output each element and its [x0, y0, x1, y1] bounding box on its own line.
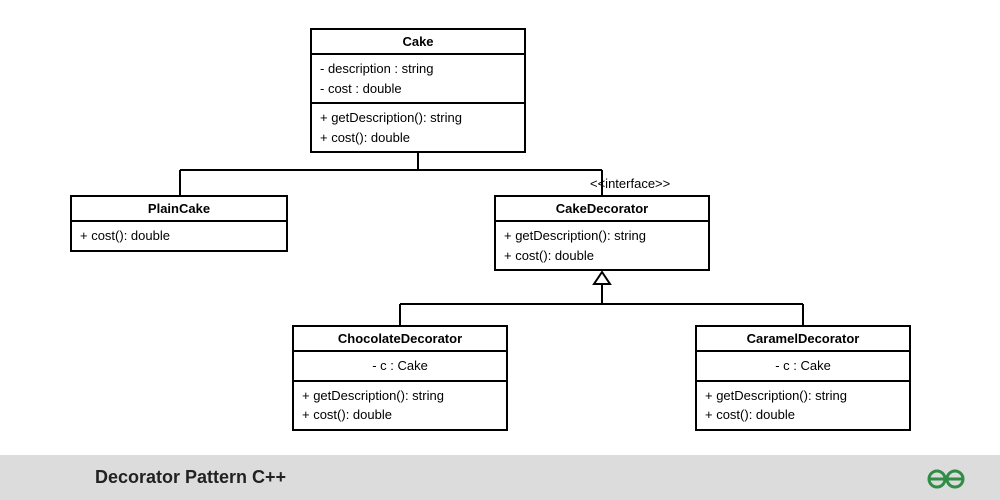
class-attributes: - description : string - cost : double — [312, 55, 524, 104]
op: + getDescription(): string — [504, 226, 700, 246]
footer-bar: Decorator Pattern C++ — [0, 455, 1000, 500]
class-title: ChocolateDecorator — [294, 327, 506, 352]
attr: - c : Cake — [705, 356, 901, 376]
op: + getDescription(): string — [320, 108, 516, 128]
attr: - cost : double — [320, 79, 516, 99]
class-title: CaramelDecorator — [697, 327, 909, 352]
class-carameldecorator: CaramelDecorator - c : Cake + getDescrip… — [695, 325, 911, 431]
class-title: PlainCake — [72, 197, 286, 222]
op: + getDescription(): string — [302, 386, 498, 406]
class-operations: + getDescription(): string + cost(): dou… — [697, 382, 909, 429]
class-cakedecorator: CakeDecorator + getDescription(): string… — [494, 195, 710, 271]
op: + getDescription(): string — [705, 386, 901, 406]
class-operations: + cost(): double — [72, 222, 286, 250]
geeksforgeeks-logo-icon — [926, 467, 960, 489]
class-title: CakeDecorator — [496, 197, 708, 222]
attr: - c : Cake — [302, 356, 498, 376]
op: + cost(): double — [302, 405, 498, 425]
op: + cost(): double — [705, 405, 901, 425]
class-attributes: - c : Cake — [294, 352, 506, 382]
class-operations: + getDescription(): string + cost(): dou… — [294, 382, 506, 429]
class-operations: + getDescription(): string + cost(): dou… — [312, 104, 524, 151]
stereotype-interface: <<interface>> — [590, 176, 670, 191]
op: + cost(): double — [320, 128, 516, 148]
class-cake: Cake - description : string - cost : dou… — [310, 28, 526, 153]
op: + cost(): double — [80, 226, 278, 246]
class-operations: + getDescription(): string + cost(): dou… — [496, 222, 708, 269]
class-attributes: - c : Cake — [697, 352, 909, 382]
uml-canvas: Cake - description : string - cost : dou… — [0, 0, 1000, 455]
class-chocolatedecorator: ChocolateDecorator - c : Cake + getDescr… — [292, 325, 508, 431]
diagram-title: Decorator Pattern C++ — [95, 467, 286, 488]
op: + cost(): double — [504, 246, 700, 266]
attr: - description : string — [320, 59, 516, 79]
class-plaincake: PlainCake + cost(): double — [70, 195, 288, 252]
class-title: Cake — [312, 30, 524, 55]
